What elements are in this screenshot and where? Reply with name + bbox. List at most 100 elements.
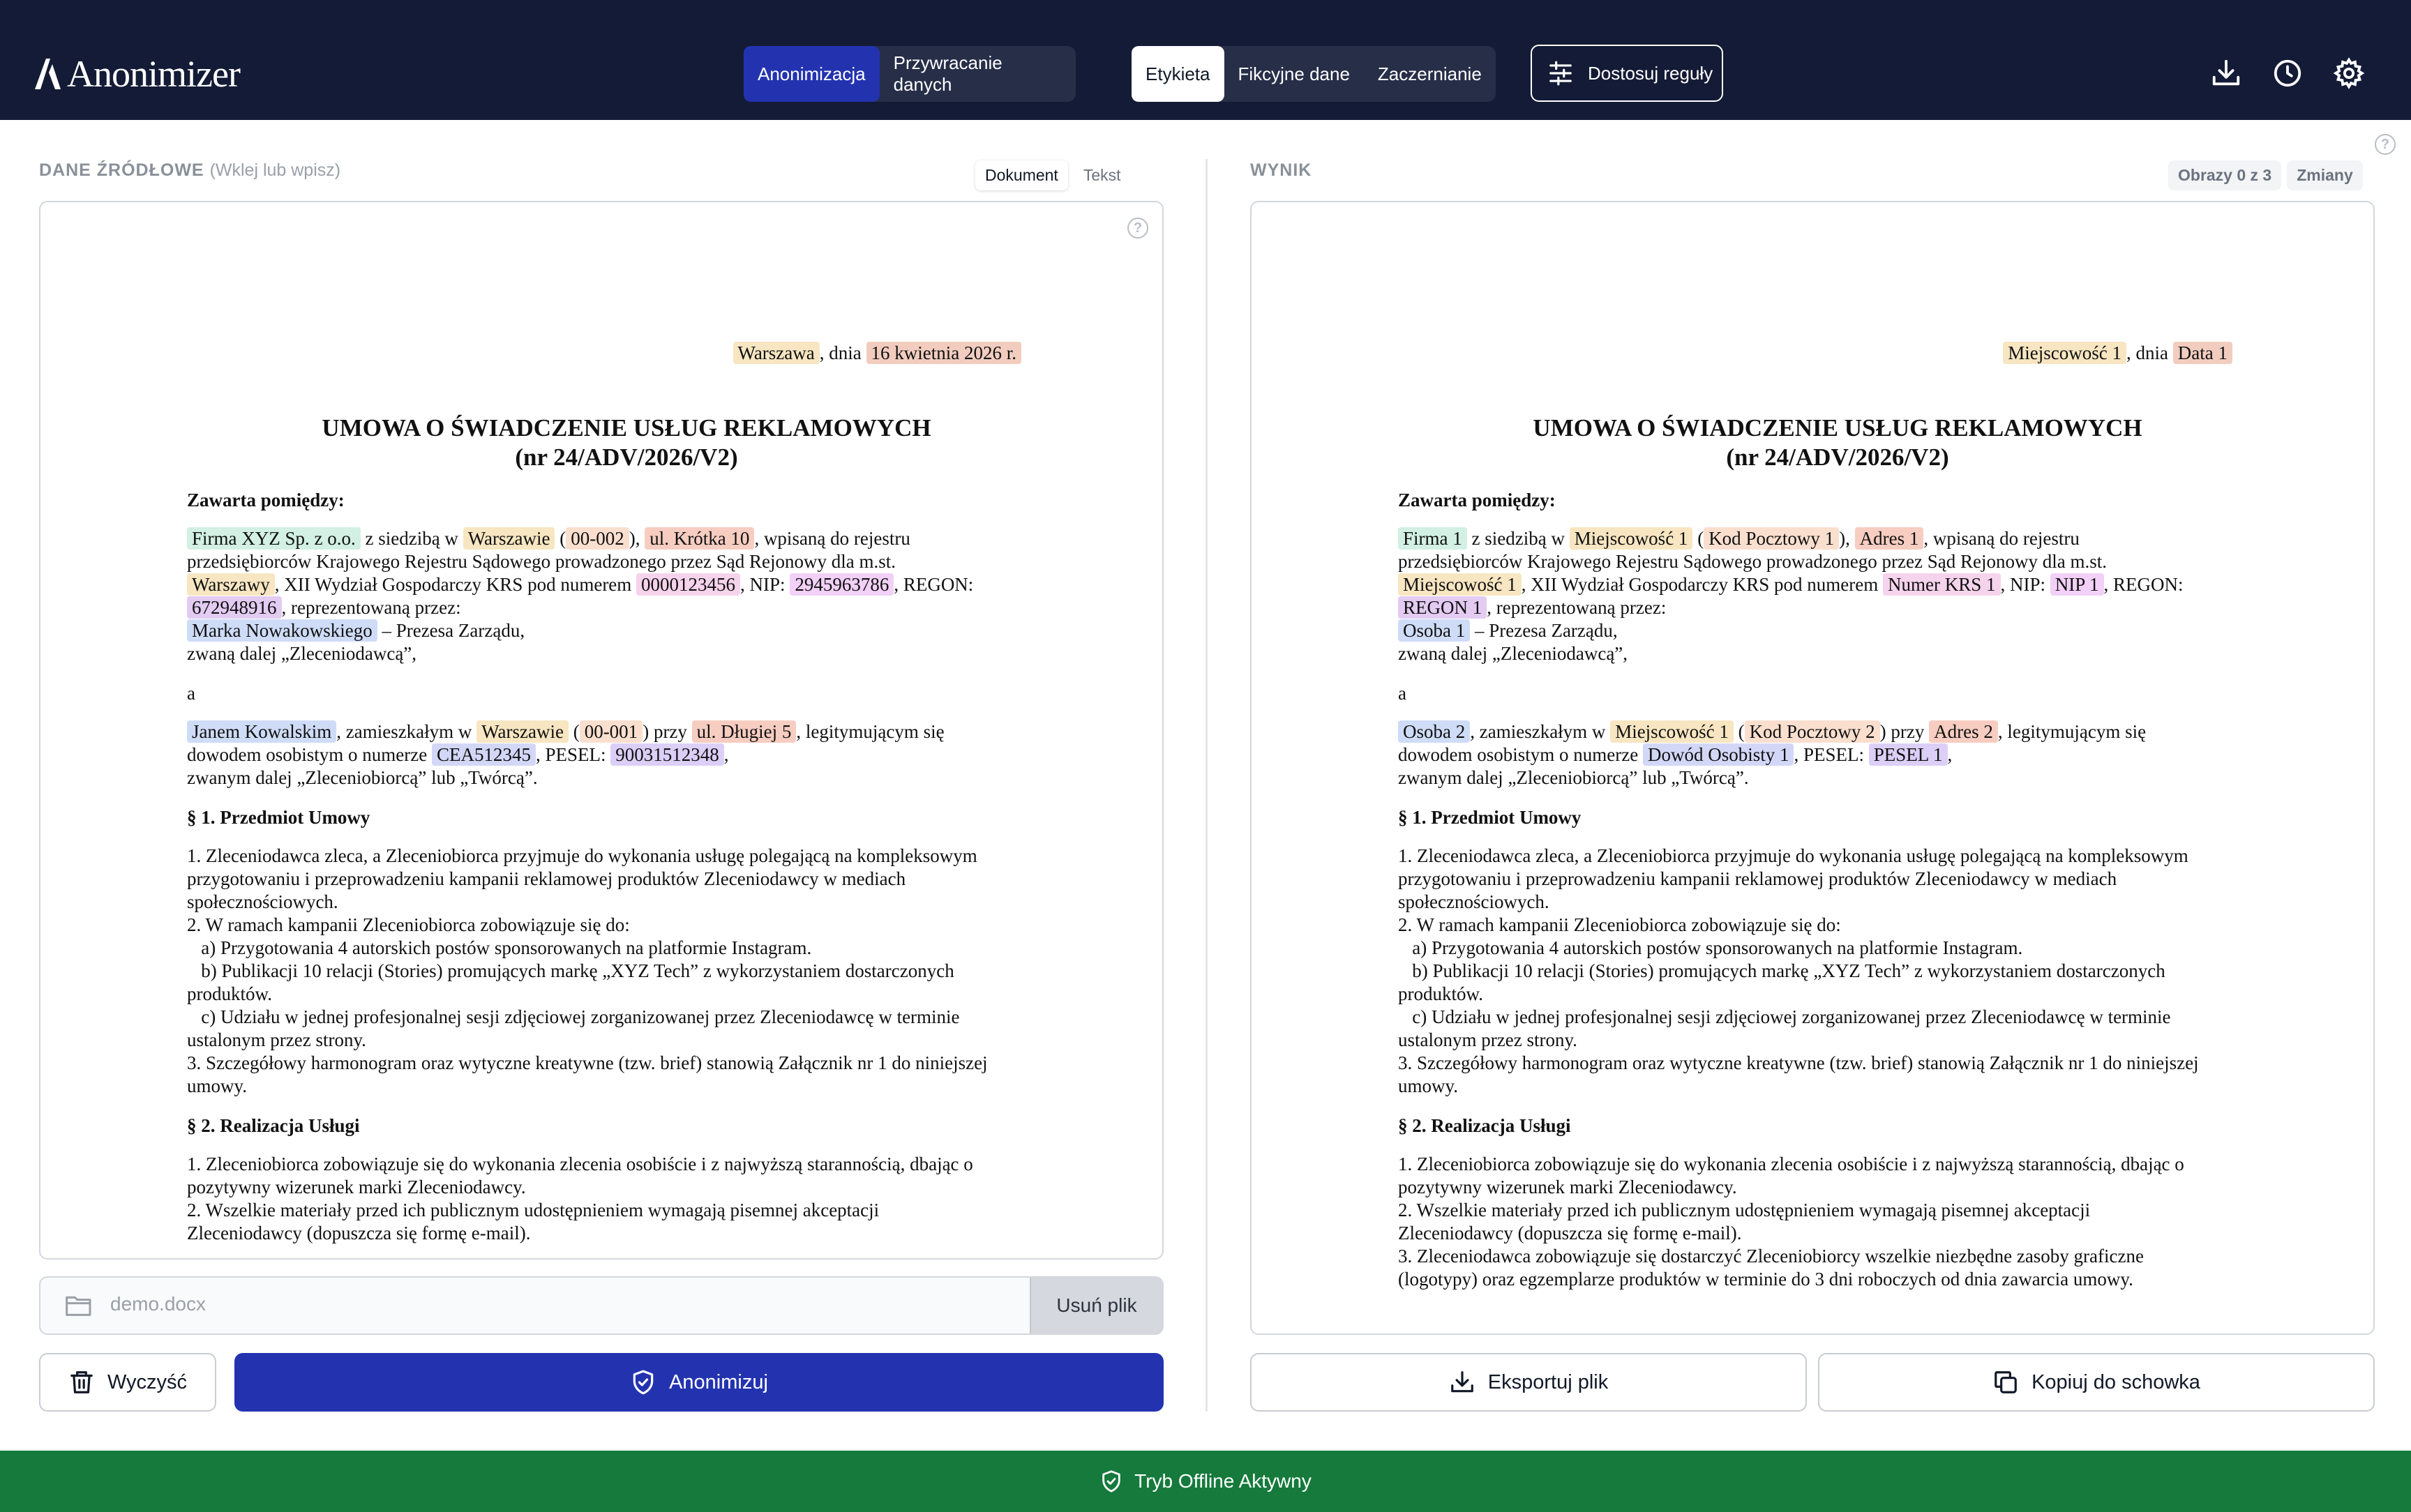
label-person: Osoba 1 bbox=[1398, 619, 1471, 642]
entity-address: ul. Długiej 5 bbox=[691, 720, 797, 743]
result-toolbar: Obrazy 0 z 3 Zmiany bbox=[2168, 159, 2363, 191]
anonymize-button[interactable]: Anonimizuj bbox=[234, 1353, 1164, 1412]
entity-organization: Firma XYZ Sp. z o.o. bbox=[187, 527, 361, 550]
app-logo: Anonimizer bbox=[33, 53, 241, 95]
doc-conjunction: a bbox=[1398, 683, 1406, 704]
label-organization: Firma 1 bbox=[1398, 527, 1467, 550]
tab-etykieta[interactable]: Etykieta bbox=[1132, 46, 1224, 102]
entity-city: Warszawy bbox=[187, 573, 275, 596]
source-panel-label: DANE ŹRÓDŁOWE (Wklej lub wpisz) bbox=[39, 160, 340, 181]
mode-switch: Anonimizacja Przywracanie danych bbox=[744, 46, 1076, 102]
doc-title-line: UMOWA O ŚWIADCZENIE USŁUG REKLAMOWYCH bbox=[322, 414, 931, 441]
result-document: Miejscowość 1, dnia Data 1 UMOWA O ŚWIAD… bbox=[1398, 342, 2277, 1291]
folder-icon bbox=[66, 1296, 91, 1316]
label-city: Miejscowość 1 bbox=[1610, 720, 1734, 743]
page-help-icon[interactable]: ? bbox=[2375, 134, 2396, 155]
anonymize-label: Anonimizuj bbox=[669, 1370, 768, 1393]
replacement-switch: Etykieta Fikcyjne dane Zaczernianie bbox=[1132, 46, 1496, 102]
file-row: demo.docx Usuń plik bbox=[39, 1276, 1164, 1335]
export-file-button[interactable]: Eksportuj plik bbox=[1250, 1353, 1807, 1412]
source-hint: (Wklej lub wpisz) bbox=[209, 160, 341, 180]
view-tab-tekst[interactable]: Tekst bbox=[1074, 160, 1131, 190]
doc-title: UMOWA O ŚWIADCZENIE USŁUG REKLAMOWYCH (nr… bbox=[187, 414, 1066, 472]
entity-city: Warszawa bbox=[733, 342, 820, 364]
shield-check-icon bbox=[633, 1370, 654, 1395]
doc-date-line: Warszawa, dnia 16 kwietnia 2026 r. bbox=[187, 342, 1021, 365]
label-krs: Numer KRS 1 bbox=[1883, 573, 2001, 596]
doc-conjunction: a bbox=[187, 683, 195, 704]
source-label-text: DANE ŹRÓDŁOWE bbox=[39, 160, 204, 180]
source-view-toggle: Dokument Tekst bbox=[975, 159, 1131, 191]
doc-date-line: Miejscowość 1, dnia Data 1 bbox=[1398, 342, 2232, 365]
tab-fikcyjne-dane[interactable]: Fikcyjne dane bbox=[1224, 46, 1364, 102]
view-tab-dokument[interactable]: Dokument bbox=[975, 160, 1068, 190]
entity-city: Warszawie bbox=[476, 720, 569, 743]
doc-section-2: 1. Zleceniobiorca zobowiązuje się do wyk… bbox=[1398, 1154, 2184, 1290]
entity-krs: 0000123456 bbox=[636, 573, 741, 596]
label-city: Miejscowość 1 bbox=[1398, 573, 1522, 596]
doc-party-2: Janem Kowalskim, zamieszkałym w Warszawi… bbox=[187, 720, 945, 788]
trash-icon bbox=[70, 1371, 93, 1393]
doc-text: , dnia bbox=[819, 342, 862, 363]
label-person: Osoba 2 bbox=[1398, 720, 1471, 743]
doc-section-1: 1. Zleceniodawca zleca, a Zleceniobiorca… bbox=[187, 845, 988, 1096]
document-help-icon[interactable]: ? bbox=[1127, 218, 1148, 239]
images-count-badge[interactable]: Obrazy 0 z 3 bbox=[2168, 160, 2282, 190]
doc-parties-heading: Zawarta pomiędzy: bbox=[1398, 490, 1556, 511]
copy-to-clipboard-button[interactable]: Kopiuj do schowka bbox=[1818, 1353, 2375, 1412]
label-city: Miejscowość 1 bbox=[1569, 527, 1693, 550]
label-regon: REGON 1 bbox=[1398, 596, 1487, 619]
entity-city: Warszawie bbox=[463, 527, 555, 550]
customize-rules-label: Dostosuj reguły bbox=[1588, 62, 1713, 84]
entity-person: Janem Kowalskim bbox=[187, 720, 337, 743]
label-address: Adres 1 bbox=[1854, 527, 1924, 550]
changes-button[interactable]: Zmiany bbox=[2287, 160, 2363, 190]
doc-section-1-title: § 1. Przedmiot Umowy bbox=[187, 807, 370, 828]
download-icon[interactable] bbox=[2210, 57, 2242, 89]
entity-postal-code: 00-001 bbox=[579, 720, 643, 743]
panel-divider bbox=[1206, 159, 1208, 1412]
doc-section-1-title: § 1. Przedmiot Umowy bbox=[1398, 807, 1582, 828]
entity-id-card: CEA512345 bbox=[431, 743, 536, 766]
result-panel-label: WYNIK bbox=[1250, 160, 1312, 180]
file-name: demo.docx bbox=[110, 1293, 206, 1315]
entity-nip: 2945963786 bbox=[790, 573, 894, 596]
sliders-icon bbox=[1549, 61, 1572, 86]
entity-address: ul. Krótka 10 bbox=[645, 527, 755, 550]
label-city: Miejscowość 1 bbox=[2003, 342, 2127, 364]
doc-party-1: Firma XYZ Sp. z o.o. z siedzibą w Warsza… bbox=[187, 527, 974, 664]
doc-section-2-title: § 2. Realizacja Usługi bbox=[1398, 1115, 1571, 1136]
source-document: Warszawa, dnia 16 kwietnia 2026 r. UMOWA… bbox=[187, 342, 1066, 1245]
label-pesel: PESEL 1 bbox=[1868, 743, 1948, 766]
entity-regon: 672948916 bbox=[187, 596, 282, 619]
entity-date: 16 kwietnia 2026 r. bbox=[866, 342, 1021, 364]
shield-check-icon bbox=[1102, 1470, 1120, 1492]
offline-status-text: Tryb Offline Aktywny bbox=[1134, 1470, 1312, 1492]
label-nip: NIP 1 bbox=[2050, 573, 2104, 596]
download-icon bbox=[1450, 1371, 1473, 1393]
tab-anonimizacja[interactable]: Anonimizacja bbox=[744, 46, 880, 102]
label-id-card: Dowód Osobisty 1 bbox=[1642, 743, 1794, 766]
doc-title-number: (nr 24/ADV/2026/V2) bbox=[515, 444, 738, 471]
settings-gear-icon[interactable] bbox=[2333, 57, 2365, 89]
customize-rules-button[interactable]: Dostosuj reguły bbox=[1531, 45, 1723, 102]
result-document-viewer[interactable]: Miejscowość 1, dnia Data 1 UMOWA O ŚWIAD… bbox=[1250, 201, 2375, 1335]
copy-icon bbox=[1995, 1371, 2017, 1393]
offline-status-bar: Tryb Offline Aktywny bbox=[0, 1451, 2411, 1512]
label-postal-code: Kod Pocztowy 1 bbox=[1704, 527, 1840, 550]
doc-party-1: Firma 1 z siedzibą w Miejscowość 1 (Kod … bbox=[1398, 527, 2184, 664]
doc-title: UMOWA O ŚWIADCZENIE USŁUG REKLAMOWYCH (nr… bbox=[1533, 414, 2142, 471]
doc-section-2: 1. Zleceniobiorca zobowiązuje się do wyk… bbox=[187, 1154, 973, 1243]
top-bar: Anonimizer Anonimizacja Przywracanie dan… bbox=[0, 0, 2411, 120]
export-file-label: Eksportuj plik bbox=[1487, 1370, 1609, 1393]
clear-label: Wyczyść bbox=[107, 1370, 188, 1393]
logo-icon bbox=[35, 59, 61, 89]
tab-zaczernianie[interactable]: Zaczernianie bbox=[1364, 46, 1496, 102]
remove-file-button[interactable]: Usuń plik bbox=[1030, 1278, 1162, 1333]
source-document-viewer[interactable]: ? Warszawa, dnia 16 kwietnia 2026 r. UMO… bbox=[39, 201, 1164, 1260]
tab-przywracanie-danych[interactable]: Przywracanie danych bbox=[880, 46, 1076, 102]
clear-button[interactable]: Wyczyść bbox=[39, 1353, 216, 1412]
label-postal-code: Kod Pocztowy 2 bbox=[1744, 720, 1880, 743]
history-icon[interactable] bbox=[2271, 57, 2304, 89]
entity-pesel: 90031512348 bbox=[610, 743, 724, 766]
